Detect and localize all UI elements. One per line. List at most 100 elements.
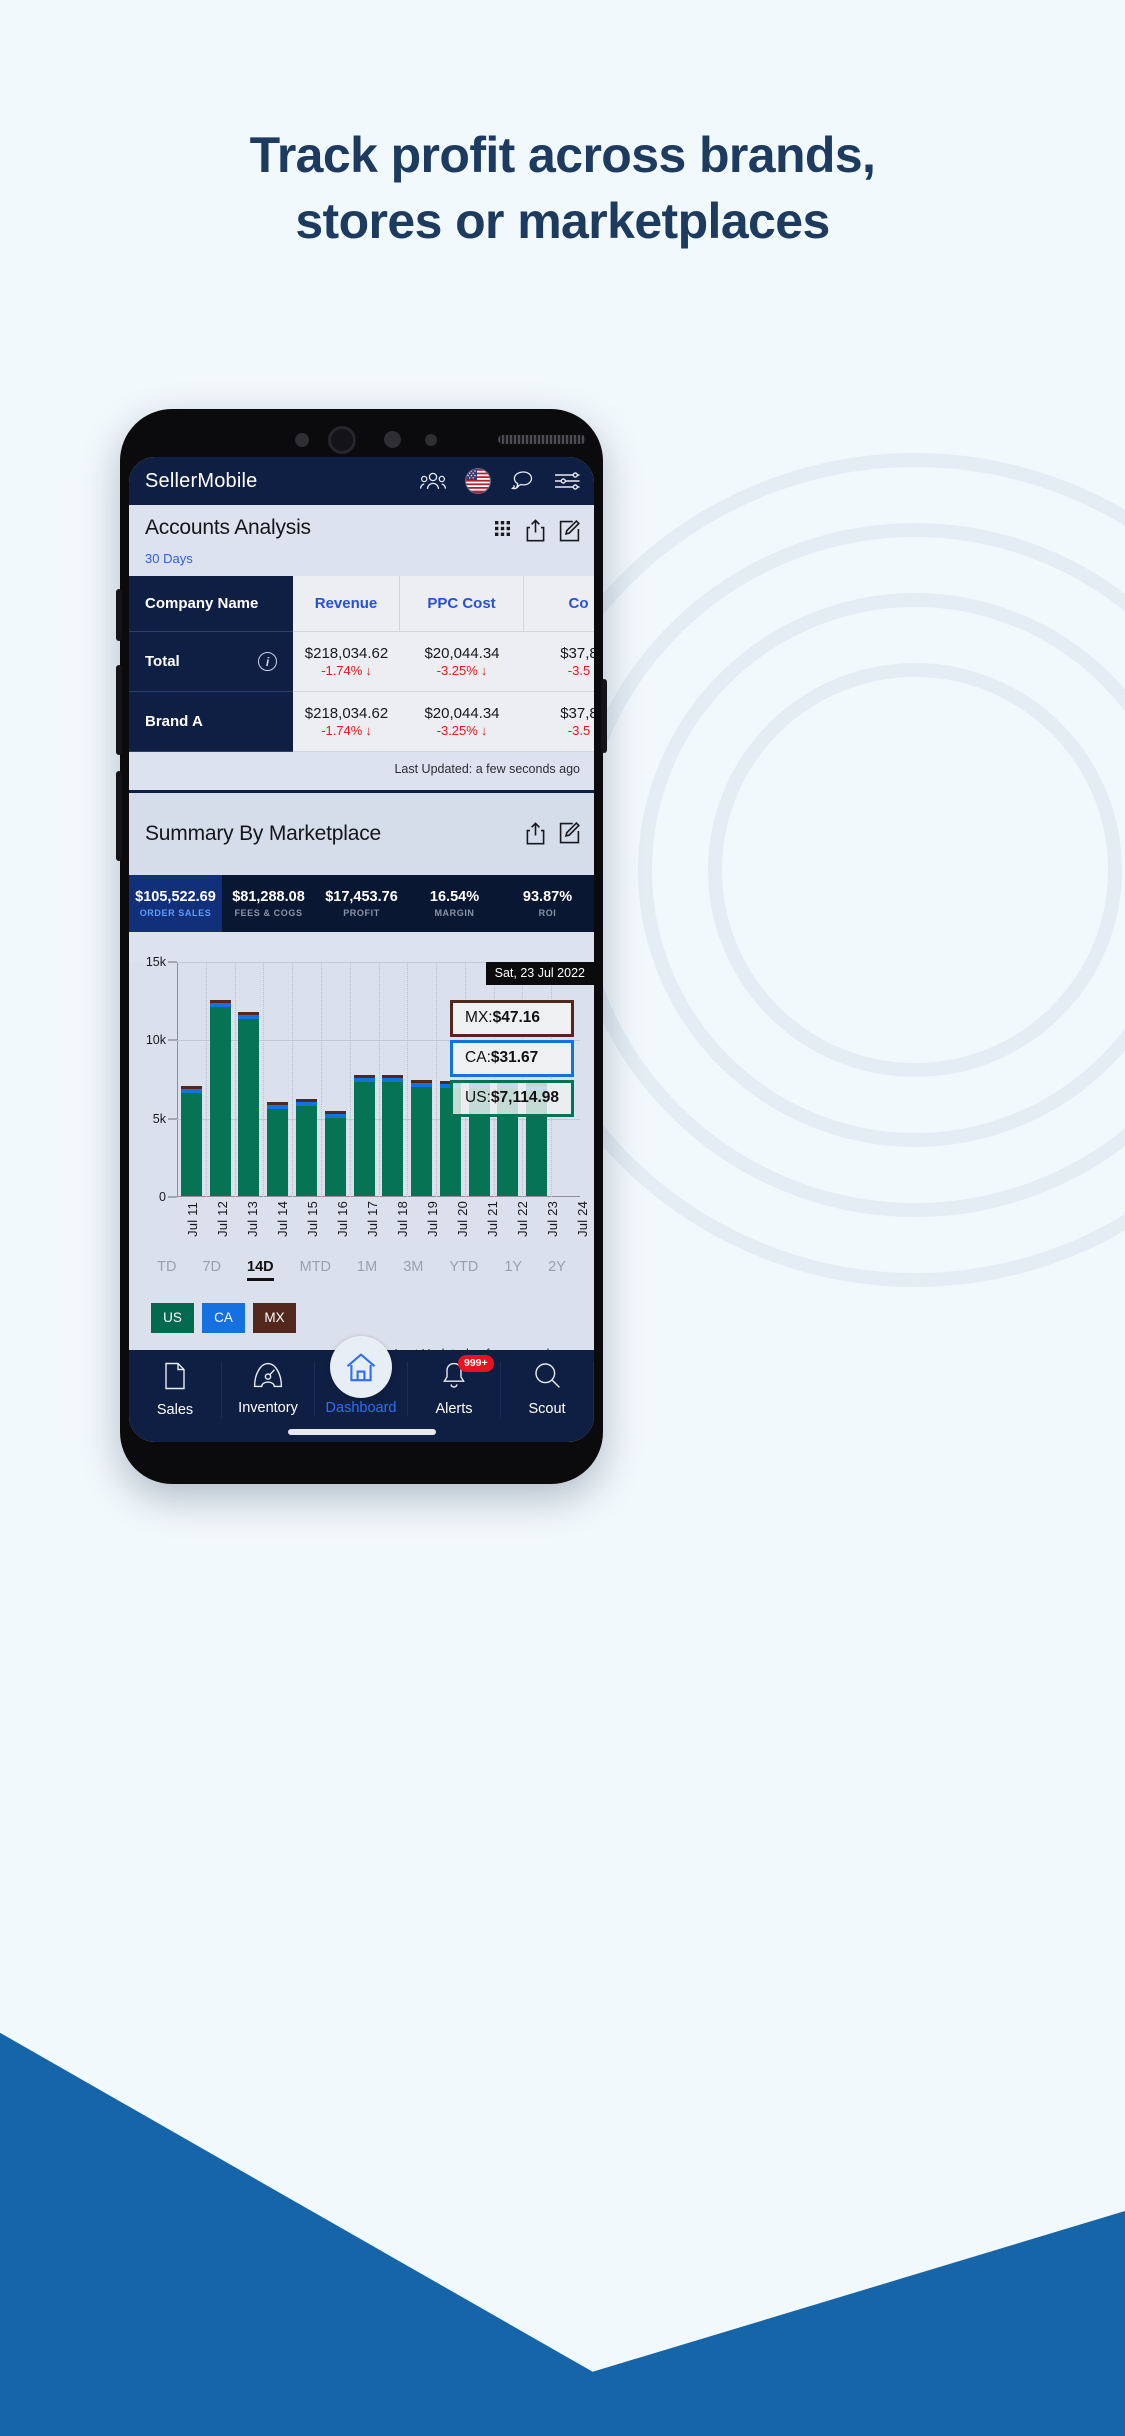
chart-bar[interactable] (382, 1075, 404, 1196)
chart-bar[interactable] (353, 1075, 375, 1196)
chat-icon[interactable] (510, 470, 534, 492)
legend-chip-ca[interactable]: CA (202, 1302, 245, 1333)
table-cell-brand-a-cogs: $37,8 -3.5 (524, 692, 594, 752)
table-scrollable-columns[interactable]: Revenue PPC Cost Co $218,034.62 -1.74% ↓… (293, 576, 594, 752)
chart-bar-slot[interactable] (378, 961, 407, 1196)
chart-bar-segment-us (324, 1117, 346, 1196)
range-option-1m[interactable]: 1M (357, 1259, 377, 1281)
share-icon[interactable] (526, 821, 545, 850)
range-option-14d[interactable]: 14D (247, 1259, 274, 1281)
chart-bar[interactable] (296, 1098, 318, 1196)
grid-icon[interactable] (495, 521, 512, 545)
tab-dashboard[interactable]: Dashboard (315, 1336, 408, 1416)
chart-bar[interactable] (238, 1011, 260, 1196)
range-option-2y[interactable]: 2Y (548, 1259, 566, 1281)
app-title: SellerMobile (145, 469, 258, 492)
bell-icon: 999+ (442, 1355, 494, 1394)
range-option-mtd[interactable]: MTD (300, 1259, 331, 1281)
chart-bar-slot[interactable] (177, 961, 206, 1196)
kpi-margin[interactable]: 16.54% MARGIN (408, 875, 501, 932)
table-cell-total-cogs: $37,8 -3.5 (524, 632, 594, 692)
chart-y-tick-label: 0 (159, 1190, 166, 1204)
table-cell-brand-a-ppc-cost: $20,044.34 -3.25% ↓ (400, 692, 524, 752)
phone-power-button (601, 679, 607, 753)
table-cell-total-ppc-cost: $20,044.34 -3.25% ↓ (400, 632, 524, 692)
tab-label: Scout (528, 1401, 566, 1417)
kpi-order-sales[interactable]: $105,522.69 ORDER SALES (129, 875, 222, 932)
kpi-value: $81,288.08 (232, 889, 305, 905)
chart-x-tick-text: Jul 11 (184, 1201, 200, 1237)
table-header-ppc-cost[interactable]: PPC Cost (400, 576, 524, 632)
edit-icon[interactable] (559, 519, 580, 547)
chart-x-tick-label: Jul 21 (477, 1201, 507, 1237)
accounts-analysis-title: Accounts Analysis (145, 516, 311, 539)
table-row-label-total[interactable]: Total i (129, 632, 293, 692)
chart-bar[interactable] (411, 1080, 433, 1196)
summary-header: Summary By Marketplace (129, 793, 594, 875)
chart-x-tick-label: Jul 23 (537, 1201, 567, 1237)
tab-alerts[interactable]: 999+ Alerts (408, 1355, 501, 1417)
home-indicator (287, 1429, 436, 1435)
chart-bar-segment-us (411, 1087, 433, 1196)
range-option-3m[interactable]: 3M (403, 1259, 423, 1281)
chart-bar-slot[interactable] (206, 961, 235, 1196)
tab-scout[interactable]: Scout (501, 1362, 594, 1417)
chart-x-tick-text: Jul 20 (454, 1201, 470, 1237)
chart-y-tick (168, 1196, 177, 1198)
accounts-analysis-date-range[interactable]: 30 Days (129, 549, 594, 576)
chart-y-tick (168, 1039, 177, 1041)
table-cell-total-revenue: $218,034.62 -1.74% ↓ (293, 632, 400, 692)
share-icon[interactable] (526, 519, 545, 547)
info-icon[interactable]: i (258, 652, 277, 671)
range-option-ytd[interactable]: YTD (449, 1259, 478, 1281)
tooltip-us: US:$7,114.98 (450, 1080, 574, 1117)
chart-bar[interactable] (180, 1085, 202, 1196)
tab-label: Alerts (435, 1401, 473, 1417)
tab-inventory[interactable]: Inventory (222, 1362, 315, 1416)
range-option-td[interactable]: TD (157, 1259, 176, 1281)
phone-side-button (116, 589, 122, 641)
chart-y-tick-label: 15k (145, 955, 166, 969)
users-icon[interactable] (420, 471, 446, 491)
legend-chip-mx[interactable]: MX (253, 1302, 296, 1333)
legend-chip-us[interactable]: US (151, 1302, 194, 1333)
search-icon (534, 1362, 561, 1394)
chart-x-tick-text: Jul 22 (514, 1201, 530, 1237)
edit-icon[interactable] (559, 821, 580, 849)
chart-x-tick-label: Jul 11 (177, 1201, 207, 1237)
chart-bar-slot[interactable] (235, 961, 264, 1196)
document-icon (164, 1362, 186, 1395)
range-option-1y[interactable]: 1Y (504, 1259, 522, 1281)
chart-bar-slot[interactable] (407, 961, 436, 1196)
chart-x-tick-label: Jul 16 (327, 1201, 357, 1237)
chart-bar-slot[interactable] (292, 961, 321, 1196)
kpi-profit[interactable]: $17,453.76 PROFIT (315, 875, 408, 932)
delta-text: -3.25% (436, 723, 478, 738)
chart-bar[interactable] (209, 999, 231, 1196)
range-option-7d[interactable]: 7D (202, 1259, 221, 1281)
chart-bar-slot[interactable] (350, 961, 379, 1196)
chart-y-tick (168, 1118, 177, 1120)
table-header-cogs-partial[interactable]: Co (524, 576, 594, 632)
down-arrow-icon: ↓ (480, 663, 488, 678)
chart-bar[interactable] (267, 1102, 289, 1196)
home-icon[interactable] (330, 1336, 392, 1398)
chart-bar[interactable] (324, 1110, 346, 1196)
table-row-label-brand-a[interactable]: Brand A (129, 692, 293, 752)
chart-bar-slot[interactable] (321, 961, 350, 1196)
chart-bar-segment-us (382, 1082, 404, 1196)
filter-sliders-icon[interactable] (554, 471, 580, 491)
table-header-company-name[interactable]: Company Name (129, 576, 293, 632)
us-flag-icon[interactable] (466, 469, 490, 493)
kpi-roi[interactable]: 93.87% ROI (501, 875, 594, 932)
table-header-revenue[interactable]: Revenue (293, 576, 400, 632)
gauge-icon (253, 1362, 283, 1393)
row-label-text: Brand A (145, 713, 203, 730)
chart-y-axis: 0 5k 10k 15k (133, 955, 177, 1204)
headline-line-1: Track profit across brands, (249, 127, 876, 183)
kpi-fees-cogs[interactable]: $81,288.08 FEES & COGS (222, 875, 315, 932)
cell-delta: -3.25% ↓ (437, 723, 488, 738)
chart-bar-slot[interactable] (263, 961, 292, 1196)
chart-x-tick-label: Jul 12 (207, 1201, 237, 1237)
tab-sales[interactable]: Sales (129, 1362, 222, 1418)
